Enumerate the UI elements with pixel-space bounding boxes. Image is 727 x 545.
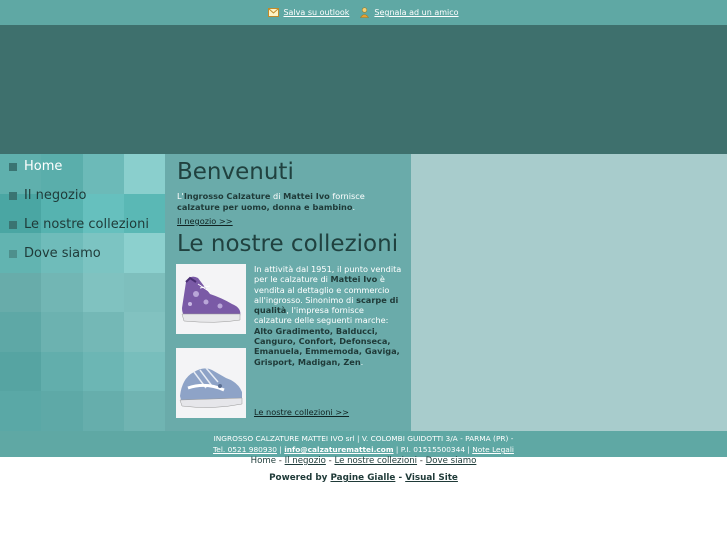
footer-company-line: INGROSSO CALZATURE MATTEI IVO srl | V. C… <box>213 434 514 443</box>
footer: INGROSSO CALZATURE MATTEI IVO srl | V. C… <box>0 431 727 457</box>
mosaic-tile <box>123 154 165 194</box>
mosaic-tile <box>0 391 42 431</box>
pagine-gialle-link[interactable]: Pagine Gialle <box>330 473 395 483</box>
mosaic-tile <box>41 312 83 352</box>
mosaic-tile <box>82 312 124 352</box>
menu-item-label: Il negozio <box>24 188 87 203</box>
intro-bold: Ingrosso Calzature <box>183 191 271 201</box>
save-outlook-label: Salva su outlook <box>283 8 350 17</box>
bottom-nav-il-negozio[interactable]: Il negozio <box>285 456 326 466</box>
mosaic-tile <box>41 391 83 431</box>
top-bar: Salva su outlook Segnala ad un amico <box>0 0 727 25</box>
mosaic-tile <box>82 351 124 392</box>
mosaic-tile <box>82 154 124 194</box>
intro-text-part: L' <box>177 191 184 201</box>
mosaic-tile <box>123 391 165 431</box>
email-link[interactable]: info@calzaturemattei.com <box>284 445 393 454</box>
intro-text-part: fornisce <box>329 191 365 201</box>
mosaic-tile <box>82 272 124 313</box>
brand-list: Alto Gradimento, Balducci, Canguro, Conf… <box>254 325 400 367</box>
tell-a-friend-link[interactable]: Segnala ad un amico <box>359 7 459 18</box>
mosaic-tile <box>82 391 124 431</box>
intro-text-part: . <box>352 201 356 212</box>
legal-notes-link[interactable]: Note Legali <box>472 445 514 454</box>
powered-by-label: Powered by <box>269 473 328 483</box>
header-banner <box>0 25 727 154</box>
bottom-nav-dove-siamo[interactable]: Dove siamo <box>426 456 477 466</box>
bullet-square-icon <box>9 191 17 200</box>
menu-item-home[interactable]: Home <box>9 159 62 174</box>
il-negozio-link[interactable]: Il negozio >> <box>177 216 233 226</box>
welcome-title: Benvenuti <box>177 159 294 185</box>
le-nostre-collezioni-link[interactable]: Le nostre collezioni >> <box>254 407 349 417</box>
menu-item-le-nostre-collezioni[interactable]: Le nostre collezioni <box>9 217 149 232</box>
intro-bold: calzature per uomo, donna e bambino <box>177 201 353 212</box>
intro-bold: Mattei Ivo <box>283 191 330 201</box>
intro-text-part: di <box>270 191 284 201</box>
powered-by-dash: - <box>398 473 403 483</box>
outlook-icon <box>268 8 280 17</box>
collections-description: In attività dal 1951, il punto vendita p… <box>254 264 404 367</box>
intro-text: L'Ingrosso Calzature di Mattei Ivo forni… <box>177 191 402 212</box>
bullet-square-icon <box>9 249 17 258</box>
menu-item-label: Le nostre collezioni <box>24 217 149 232</box>
blue-sneaker-photo <box>176 348 246 418</box>
menu-item-label: Home <box>24 159 63 174</box>
bullet-square-icon <box>9 162 17 171</box>
mosaic-tile <box>123 272 165 313</box>
phone-link[interactable]: Tel. 0521 980930 <box>213 445 277 454</box>
mosaic-tile <box>0 351 42 392</box>
tell-a-friend-label: Segnala ad un amico <box>374 8 459 17</box>
bottom-nav: Home - Il negozio - Le nostre collezioni… <box>0 456 727 466</box>
bottom-nav-home[interactable]: Home <box>251 456 276 466</box>
mosaic-tile <box>123 351 165 392</box>
menu-item-il-negozio[interactable]: Il negozio <box>9 188 86 203</box>
mosaic-tile <box>0 312 42 352</box>
mosaic-tile <box>0 272 42 313</box>
visual-site-link[interactable]: Visual Site <box>405 473 458 483</box>
right-panel <box>411 154 727 431</box>
save-outlook-link[interactable]: Salva su outlook <box>268 8 349 17</box>
main-content: Benvenuti L'Ingrosso Calzature di Mattei… <box>165 154 411 431</box>
bottom-nav-collezioni[interactable]: Le nostre collezioni <box>334 456 417 466</box>
mosaic-tile <box>123 233 165 273</box>
powered-by: Powered by Pagine Gialle - Visual Site <box>0 473 727 483</box>
friend-icon <box>360 7 370 18</box>
description-bold: Mattei Ivo <box>330 274 378 285</box>
bullet-square-icon <box>9 220 17 229</box>
sidebar: Home Il negozio Le nostre collezioni Dov… <box>0 154 165 431</box>
mosaic-tile <box>41 351 83 392</box>
menu-item-label: Dove siamo <box>24 246 101 261</box>
collections-title: Le nostre collezioni <box>177 231 399 257</box>
mosaic-tile <box>41 272 83 313</box>
vat-number: | P.I. 01515500344 | <box>393 445 473 454</box>
description-text-part: . <box>360 356 364 367</box>
mosaic-tile <box>123 312 165 352</box>
purple-sneaker-photo <box>176 264 246 334</box>
menu-item-dove-siamo[interactable]: Dove siamo <box>9 246 101 261</box>
footer-contact-line: Tel. 0521 980930 | info@calzaturemattei.… <box>0 444 727 455</box>
